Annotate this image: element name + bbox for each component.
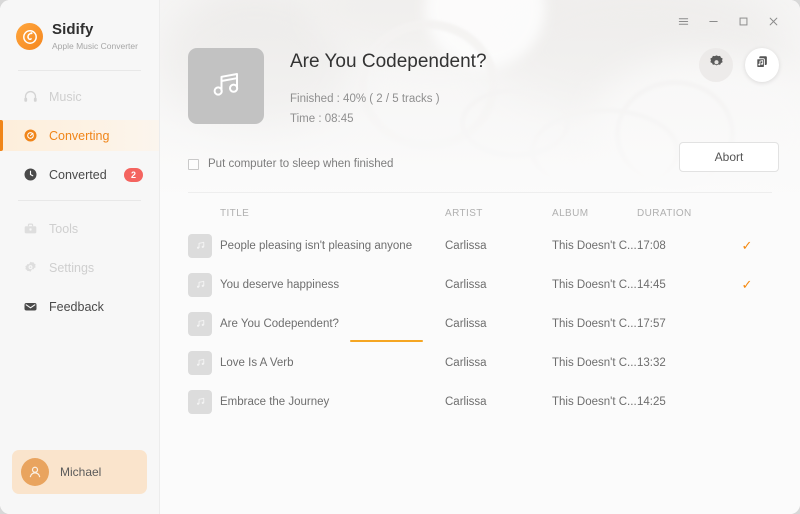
row-duration: 13:32 bbox=[637, 356, 666, 369]
converting-icon bbox=[22, 128, 38, 144]
music-file-icon bbox=[754, 54, 771, 76]
user-name: Michael bbox=[60, 465, 102, 479]
row-icon-cell bbox=[188, 233, 220, 258]
sidebar-item-label: Feedback bbox=[49, 299, 104, 314]
gear-icon bbox=[708, 54, 725, 76]
maximize-icon[interactable] bbox=[728, 10, 758, 32]
table-body: People pleasing isn't pleasing anyone Ca… bbox=[160, 226, 800, 421]
music-note-icon bbox=[188, 350, 212, 375]
row-title: People pleasing isn't pleasing anyone bbox=[220, 239, 413, 252]
music-note-icon bbox=[188, 272, 212, 297]
tracks-table: TITLE ARTIST ALBUM DURATION People pleas… bbox=[160, 200, 800, 421]
close-icon[interactable] bbox=[758, 10, 788, 32]
row-title: Love Is A Verb bbox=[220, 356, 294, 369]
converted-count-badge: 2 bbox=[124, 167, 143, 182]
row-artist: Carlissa bbox=[445, 239, 487, 252]
row-title: You deserve happiness bbox=[220, 278, 340, 291]
row-icon-cell bbox=[188, 311, 220, 336]
page-title: Are You Codependent? bbox=[290, 51, 487, 72]
row-artist: Carlissa bbox=[445, 395, 487, 408]
album-cover bbox=[188, 48, 264, 124]
sidebar-item-label: Converting bbox=[49, 128, 110, 143]
main-panel: Are You Codependent? Finished : 40% ( 2 … bbox=[160, 0, 800, 514]
clock-icon bbox=[22, 167, 38, 183]
window-controls bbox=[668, 10, 788, 32]
brand: Sidify Apple Music Converter bbox=[0, 0, 159, 58]
app-logo-icon bbox=[16, 23, 43, 50]
brand-subtitle: Apple Music Converter bbox=[52, 41, 138, 51]
sidebar-item-settings[interactable]: Settings bbox=[0, 252, 159, 283]
row-album: This Doesn't C... bbox=[552, 356, 637, 369]
row-album: This Doesn't C... bbox=[552, 395, 637, 408]
headphones-icon bbox=[22, 89, 38, 105]
music-note-icon bbox=[206, 64, 246, 109]
sleep-when-finished-row[interactable]: Put computer to sleep when finished bbox=[188, 158, 393, 170]
elapsed-time: Time : 08:45 bbox=[290, 113, 354, 125]
music-note-icon bbox=[188, 311, 212, 336]
table-row[interactable]: People pleasing isn't pleasing anyone Ca… bbox=[160, 226, 800, 265]
sleep-checkbox-label: Put computer to sleep when finished bbox=[208, 158, 394, 170]
toolbox-icon bbox=[22, 221, 38, 237]
header-duration: DURATION bbox=[637, 207, 692, 219]
minimize-icon[interactable] bbox=[698, 10, 728, 32]
row-duration: 14:45 bbox=[637, 278, 666, 291]
table-row[interactable]: Are You Codependent? Carlissa This Doesn… bbox=[160, 304, 800, 343]
row-duration: 14:25 bbox=[637, 395, 666, 408]
sidebar-item-label: Tools bbox=[49, 221, 79, 236]
row-title: Are You Codependent? bbox=[220, 317, 339, 330]
hero-separator bbox=[188, 192, 772, 193]
sidebar-item-feedback[interactable]: Feedback bbox=[0, 291, 159, 322]
table-header-row: TITLE ARTIST ALBUM DURATION bbox=[160, 200, 800, 226]
row-artist: Carlissa bbox=[445, 317, 487, 330]
header-title: TITLE bbox=[220, 207, 250, 219]
gear-icon bbox=[22, 260, 38, 276]
sidebar-item-label: Converted bbox=[49, 167, 107, 182]
brand-name: Sidify bbox=[52, 21, 94, 38]
row-icon-cell bbox=[188, 272, 220, 297]
music-note-icon bbox=[188, 233, 212, 258]
abort-button[interactable]: Abort bbox=[679, 142, 779, 172]
sleep-checkbox[interactable] bbox=[188, 158, 199, 170]
sidebar-item-music[interactable]: Music bbox=[0, 81, 159, 112]
hero-action-buttons bbox=[699, 48, 779, 82]
sidebar-item-converting[interactable]: Converting bbox=[0, 120, 159, 151]
row-album: This Doesn't C... bbox=[552, 278, 637, 291]
table-row[interactable]: Embrace the Journey Carlissa This Doesn'… bbox=[160, 382, 800, 421]
sidebar-item-label: Settings bbox=[49, 260, 95, 275]
row-album: This Doesn't C... bbox=[552, 239, 637, 252]
table-row[interactable]: You deserve happiness Carlissa This Does… bbox=[160, 265, 800, 304]
sidebar-item-converted[interactable]: Converted 2 bbox=[0, 159, 159, 190]
sidebar-divider-top bbox=[18, 70, 141, 71]
avatar bbox=[21, 458, 49, 486]
row-status: ✓ bbox=[727, 239, 767, 252]
music-note-icon bbox=[188, 389, 212, 414]
menu-icon[interactable] bbox=[668, 10, 698, 32]
check-icon: ✓ bbox=[741, 238, 753, 253]
sidebar: Sidify Apple Music Converter Music Conve… bbox=[0, 0, 160, 514]
user-profile-chip[interactable]: Michael bbox=[12, 450, 147, 494]
check-icon: ✓ bbox=[741, 277, 753, 292]
row-title: Embrace the Journey bbox=[220, 395, 330, 408]
envelope-icon bbox=[22, 299, 38, 315]
row-artist: Carlissa bbox=[445, 356, 487, 369]
row-duration: 17:08 bbox=[637, 239, 666, 252]
row-artist: Carlissa bbox=[445, 278, 487, 291]
row-duration: 17:57 bbox=[637, 317, 666, 330]
app-window: Sidify Apple Music Converter Music Conve… bbox=[0, 0, 800, 514]
sidebar-item-tools[interactable]: Tools bbox=[0, 213, 159, 244]
row-icon-cell bbox=[188, 389, 220, 414]
finished-status: Finished : 40% ( 2 / 5 tracks ) bbox=[290, 93, 440, 105]
sidebar-item-label: Music bbox=[49, 89, 82, 104]
row-album: This Doesn't C... bbox=[552, 317, 637, 330]
output-folder-button[interactable] bbox=[745, 48, 779, 82]
table-row[interactable]: Love Is A Verb Carlissa This Doesn't C..… bbox=[160, 343, 800, 382]
row-progress-bar bbox=[350, 340, 424, 342]
sidebar-nav: Music Converting Converted 2 Tools Setti… bbox=[0, 81, 159, 322]
row-icon-cell bbox=[188, 350, 220, 375]
settings-button[interactable] bbox=[699, 48, 733, 82]
header-album: ALBUM bbox=[552, 207, 589, 219]
row-status: ✓ bbox=[727, 278, 767, 291]
header-artist: ARTIST bbox=[445, 207, 483, 219]
